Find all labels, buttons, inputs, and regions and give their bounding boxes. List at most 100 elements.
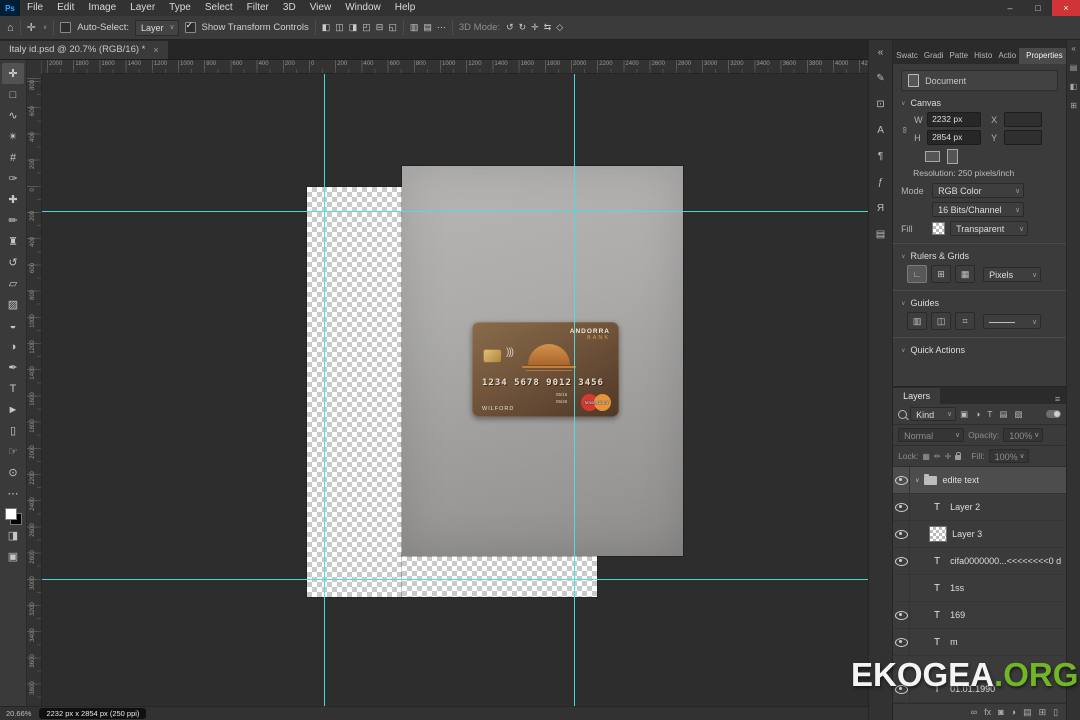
marquee-tool[interactable]: □	[2, 84, 24, 105]
filter-adjustment-layers-icon[interactable]: ◑	[974, 409, 981, 419]
lock-position-icon[interactable]: ✛	[945, 452, 952, 461]
canvas[interactable]: ANDORRA BANK ))) 1234 5678 9012 3456 05/…	[42, 74, 868, 706]
guide-horizontal[interactable]	[42, 211, 868, 212]
link-dimensions-icon[interactable]: ∞	[900, 127, 910, 133]
visibility-toggle[interactable]	[893, 575, 911, 601]
adjustment-layer-icon[interactable]: ◑	[1011, 704, 1016, 720]
vertical-ruler[interactable]: 800 600 400 200 0 200 400 600 800 1000 1200 1400 160…	[27, 74, 42, 706]
grid-settings-button[interactable]: ▦	[955, 265, 976, 283]
new-layer-icon[interactable]: ⊞	[1039, 704, 1047, 720]
guide-vertical[interactable]	[574, 74, 575, 706]
height-field[interactable]: 2854 px	[927, 130, 982, 145]
width-field[interactable]: 2232 px	[927, 112, 982, 127]
show-transform-checkbox[interactable]	[184, 20, 196, 33]
menu-select[interactable]: Select	[198, 0, 240, 16]
3d-orbit-icon[interactable]: ↺	[506, 22, 514, 33]
portrait-orientation-icon[interactable]	[947, 149, 959, 164]
3d-slide-icon[interactable]: ⇆	[544, 22, 552, 33]
align-horizontal-centers-icon[interactable]: ◫	[335, 22, 344, 33]
visibility-toggle[interactable]	[893, 467, 911, 493]
3d-scale-icon[interactable]: ◇	[556, 22, 563, 33]
character-panel-icon[interactable]: A	[871, 122, 890, 139]
layer-row[interactable]: ∨ edite text	[893, 467, 1067, 494]
brush-settings-icon[interactable]: ✎	[871, 70, 890, 87]
panel-tab-gradi[interactable]: Gradi	[921, 48, 947, 64]
menu-edit[interactable]: Edit	[50, 0, 81, 16]
3d-roll-icon[interactable]: ↻	[519, 22, 527, 33]
more-align-options-icon[interactable]: ⋯	[437, 22, 446, 33]
eyedropper-tool[interactable]: ✑	[2, 168, 24, 189]
lock-transparency-icon[interactable]: ▦	[922, 452, 930, 461]
credit-card-image[interactable]: ANDORRA BANK ))) 1234 5678 9012 3456 05/…	[472, 322, 619, 417]
fill-dropdown[interactable]: Transparent	[950, 221, 1029, 237]
panel-tab-properties[interactable]: Properties	[1019, 48, 1067, 64]
dodge-tool[interactable]: ◑	[2, 336, 24, 357]
clone-stamp-tool[interactable]: ♜	[2, 231, 24, 252]
clear-guides-button[interactable]: ⌗	[955, 312, 976, 330]
align-vertical-centers-icon[interactable]: ⊟	[376, 22, 384, 33]
type-tool[interactable]: T	[2, 378, 24, 399]
distribute-horizontal-icon[interactable]: ▥	[410, 22, 419, 33]
link-layers-icon[interactable]: ∞	[971, 704, 977, 720]
quick-selection-tool[interactable]: ✴	[2, 126, 24, 147]
filter-smart-objects-icon[interactable]: ▨	[1013, 409, 1023, 420]
layer-row[interactable]: T Layer 2	[893, 494, 1067, 521]
color-mode-dropdown[interactable]: RGB Color	[932, 183, 1025, 199]
menu-help[interactable]: Help	[388, 0, 423, 16]
edit-toolbar-icon[interactable]: ⋯	[2, 483, 24, 504]
delete-layer-icon[interactable]: ▯	[1053, 704, 1058, 720]
character-styles-icon[interactable]: Я	[871, 200, 890, 217]
tool-preset-chevron-icon[interactable]: ∨	[43, 24, 47, 31]
move-tool[interactable]: ✛	[2, 63, 24, 84]
filter-kind-dropdown[interactable]: Kind	[910, 407, 957, 422]
toggle-grid-button[interactable]: ⊞	[931, 265, 952, 283]
screen-mode-button[interactable]: ▣	[2, 546, 24, 567]
eraser-tool[interactable]: ▱	[2, 273, 24, 294]
guide-style-dropdown[interactable]	[983, 313, 1042, 330]
distribute-vertical-icon[interactable]: ▤	[423, 22, 432, 33]
panel-tab-histo[interactable]: Histo	[971, 48, 995, 64]
pen-tool[interactable]: ✒	[2, 357, 24, 378]
panel-tab-patte[interactable]: Patte	[946, 48, 971, 64]
brush-tool[interactable]: ✏	[2, 210, 24, 231]
toggle-rulers-button[interactable]: ∟	[907, 265, 928, 283]
document-tab[interactable]: Italy id.psd @ 20.7% (RGB/16) * ×	[0, 41, 168, 59]
layer-row[interactable]: T 1ss	[893, 575, 1067, 602]
collapse-panels-icon[interactable]: «	[871, 44, 890, 61]
history-brush-tool[interactable]: ↺	[2, 252, 24, 273]
auto-select-checkbox[interactable]	[60, 22, 72, 33]
menu-file[interactable]: File	[20, 0, 50, 16]
menu-filter[interactable]: Filter	[240, 0, 276, 16]
toggle-guides-button[interactable]: ▥	[907, 312, 928, 330]
auto-select-target-dropdown[interactable]: Layer	[135, 19, 179, 36]
layer-effects-icon[interactable]: fx	[984, 704, 991, 720]
menu-layer[interactable]: Layer	[123, 0, 162, 16]
panel-tab-swatc[interactable]: Swatc	[893, 48, 921, 64]
menu-image[interactable]: Image	[81, 0, 123, 16]
clone-source-icon[interactable]: ⊡	[871, 96, 890, 113]
color-panel-icon[interactable]: ▤	[1070, 63, 1078, 72]
align-bottom-edges-icon[interactable]: ◱	[388, 22, 397, 33]
3d-pan-icon[interactable]: ✛	[531, 22, 539, 33]
quick-actions-section-header[interactable]: ∨ Quick Actions	[901, 345, 1058, 355]
menu-3d[interactable]: 3D	[276, 0, 303, 16]
x-field[interactable]	[1004, 112, 1043, 127]
layer-row[interactable]: Layer 3	[893, 521, 1067, 548]
panel-menu-icon[interactable]: ≡	[1049, 394, 1066, 404]
shape-tool[interactable]: ▯	[2, 420, 24, 441]
tab-layers[interactable]: Layers	[893, 388, 941, 404]
filter-shape-layers-icon[interactable]: ▤	[998, 409, 1008, 420]
align-left-edges-icon[interactable]: ◧	[322, 22, 331, 33]
visibility-toggle[interactable]	[893, 548, 911, 574]
gradient-tool[interactable]: ▨	[2, 294, 24, 315]
panel-tab-actio[interactable]: Actio	[995, 48, 1019, 64]
blend-mode-dropdown[interactable]: Normal	[898, 428, 965, 443]
canvas-section-header[interactable]: ∨ Canvas	[901, 98, 1058, 108]
group-expand-icon[interactable]: ∨	[915, 477, 919, 484]
lasso-tool[interactable]: ∿	[2, 105, 24, 126]
opacity-dropdown[interactable]: 100%	[1003, 428, 1044, 443]
horizontal-ruler[interactable]: 2000 1800 1600 1400 1200 1000 800 600 400 200 0 200…	[42, 60, 868, 74]
paragraph-panel-icon[interactable]: ¶	[871, 148, 890, 165]
layer-thumbnail[interactable]	[929, 526, 948, 542]
align-right-edges-icon[interactable]: ◨	[349, 22, 358, 33]
